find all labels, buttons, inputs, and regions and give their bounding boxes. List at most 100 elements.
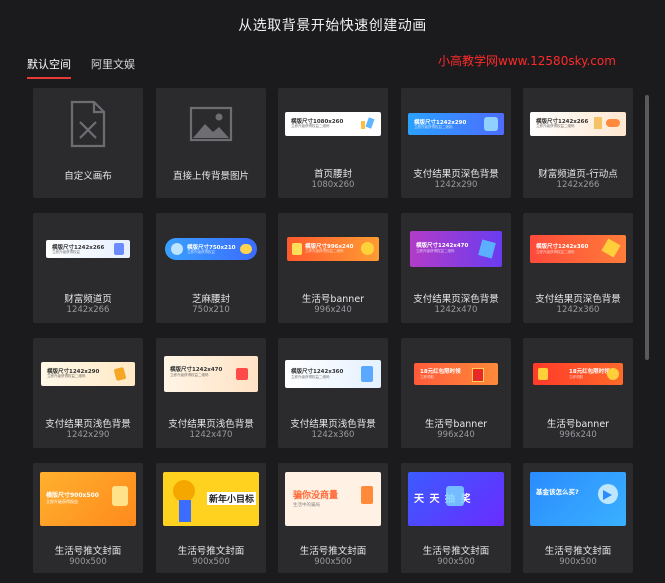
- card-label: 生活号banner: [424, 419, 488, 430]
- card-label: 支付结果页深色背景: [535, 294, 621, 305]
- card-label: 生活号推文封面: [299, 546, 367, 557]
- template-card-custom-canvas[interactable]: 自定义画布: [33, 88, 143, 198]
- template-card-life-banner[interactable]: 横版尺寸996x240 立即升级获得权益二维码 生活号banner 996x24…: [278, 213, 388, 323]
- template-card-article-cover-4[interactable]: 天 天 抽 奖 生活号推文封面 900x500: [401, 463, 511, 573]
- thumbnail-image: 横版尺寸1242x266 立即升级获得权益: [46, 240, 130, 258]
- template-card-wealth-channel[interactable]: 横版尺寸1242x266 立即升级获得权益 财富频道页 1242x266: [33, 213, 143, 323]
- tab-ali-entertainment[interactable]: 阿里文娱: [91, 56, 135, 77]
- card-label: 生活号推文封面: [177, 546, 245, 557]
- card-size: 1242x360: [311, 430, 355, 440]
- thumb: 横版尺寸1242x360 立即升级获得权益二维码: [278, 338, 388, 410]
- template-card-article-cover-1[interactable]: 横版尺寸900x500 立即升级获得权益 生活号推文封面 900x500: [33, 463, 143, 573]
- thumb: [33, 88, 143, 160]
- template-card-pay-dark[interactable]: 横版尺寸1242x290 立即升级获得权益二维码 支付结果页深色背景 1242x…: [401, 88, 511, 198]
- image-icon: [189, 106, 233, 142]
- thumb: 天 天 抽 奖: [401, 463, 511, 535]
- card-size: 1242x470: [434, 305, 478, 315]
- card-size: 900x500: [437, 557, 475, 567]
- thumb: 18元红包限时领 立即领取: [401, 338, 511, 410]
- card-size: 996x240: [314, 305, 352, 315]
- thumbnail-image: 横版尺寸1242x360 立即升级获得权益二维码: [530, 235, 626, 263]
- card-label: 生活号banner: [301, 294, 365, 305]
- template-card-sesame-banner[interactable]: 横版尺寸750x210 立即升级获得权益 芝麻腰封 750x210: [156, 213, 266, 323]
- thumbnail-image: 横版尺寸1242x290 立即升级获得权益二维码: [41, 362, 135, 386]
- page-title: 从选取背景开始快速创建动画: [238, 18, 427, 34]
- card-label: 支付结果页浅色背景: [168, 419, 254, 430]
- thumbnail-image: 横版尺寸750x210 立即升级获得权益: [165, 238, 257, 260]
- thumb: 横版尺寸900x500 立即升级获得权益: [33, 463, 143, 535]
- thumbnail-image: 天 天 抽 奖: [408, 472, 504, 526]
- template-card-pay-light-290[interactable]: 横版尺寸1242x290 立即升级获得权益二维码 支付结果页浅色背景 1242x…: [33, 338, 143, 448]
- scrollbar[interactable]: [645, 95, 649, 360]
- thumb: 18元红包限时领 立即领取: [523, 338, 633, 410]
- card-label: 支付结果页深色背景: [413, 294, 499, 305]
- thumbnail-image: 18元红包限时领 立即领取: [533, 363, 623, 385]
- card-size: 1242x290: [434, 180, 478, 190]
- thumbnail-image: 横版尺寸1242x360 立即升级获得权益二维码: [285, 360, 381, 388]
- card-label: 自定义画布: [64, 171, 112, 182]
- card-size: 1242x266: [66, 305, 110, 315]
- thumbnail-image: 新年小目标: [163, 472, 259, 526]
- thumbnail-image: 横版尺寸996x240 立即升级获得权益二维码: [287, 237, 379, 261]
- thumbnail-image: 横版尺寸1242x470 立即升级获得权益二维码: [410, 231, 502, 267]
- thumb: 横版尺寸1080x260 立即升级获得权益二维码: [278, 88, 388, 160]
- card-label: 生活号推文封面: [544, 546, 612, 557]
- template-card-wealth-action[interactable]: 横版尺寸1242x266 立即升级获得权益二维码 财富频道页-行动点 1242x…: [523, 88, 633, 198]
- card-size: 750x210: [192, 305, 230, 315]
- thumb: 横版尺寸1242x266 立即升级获得权益: [33, 213, 143, 285]
- card-label: 支付结果页浅色背景: [290, 419, 376, 430]
- thumb: 横版尺寸1242x266 立即升级获得权益二维码: [523, 88, 633, 160]
- template-card-pay-light-470[interactable]: 横版尺寸1242x470 立即升级获得权益二维码 支付结果页浅色背景 1242x…: [156, 338, 266, 448]
- thumb: 骗你没商量 生活中的骗局: [278, 463, 388, 535]
- template-card-pay-dark-470[interactable]: 横版尺寸1242x470 立即升级获得权益二维码 支付结果页深色背景 1242x…: [401, 213, 511, 323]
- template-card-upload-bg[interactable]: 直接上传背景图片: [156, 88, 266, 198]
- thumb: 横版尺寸996x240 立即升级获得权益二维码: [278, 213, 388, 285]
- document-x-icon: [70, 100, 106, 148]
- thumbnail-image: 18元红包限时领 立即领取: [414, 363, 498, 385]
- thumbnail-image: 横版尺寸1242x266 立即升级获得权益二维码: [530, 112, 626, 136]
- thumbnail-image: 骗你没商量 生活中的骗局: [285, 472, 381, 526]
- card-label: 支付结果页深色背景: [413, 169, 499, 180]
- template-card-life-banner-red[interactable]: 18元红包限时领 立即领取 生活号banner 996x240: [401, 338, 511, 448]
- template-card-pay-light-360[interactable]: 横版尺寸1242x360 立即升级获得权益二维码 支付结果页浅色背景 1242x…: [278, 338, 388, 448]
- card-label: 生活号推文封面: [422, 546, 490, 557]
- card-label: 直接上传背景图片: [172, 171, 249, 182]
- thumbnail-image: 横版尺寸1242x470 立即升级获得权益二维码: [164, 356, 258, 392]
- template-card-home-banner[interactable]: 横版尺寸1080x260 立即升级获得权益二维码 首页腰封 1080x260: [278, 88, 388, 198]
- thumb: 横版尺寸750x210 立即升级获得权益: [156, 213, 266, 285]
- card-label: 首页腰封: [313, 169, 352, 180]
- card-size: 1080x260: [311, 180, 355, 190]
- card-label: 支付结果页浅色背景: [45, 419, 131, 430]
- thumb: 横版尺寸1242x290 立即升级获得权益二维码: [401, 88, 511, 160]
- tab-default-space[interactable]: 默认空间: [27, 56, 71, 79]
- card-label: 生活号banner: [546, 419, 610, 430]
- template-card-pay-dark-360[interactable]: 横版尺寸1242x360 立即升级获得权益二维码 支付结果页深色背景 1242x…: [523, 213, 633, 323]
- thumb: 横版尺寸1242x360 立即升级获得权益二维码: [523, 213, 633, 285]
- card-label: 芝麻腰封: [191, 294, 230, 305]
- card-label: 财富频道页-行动点: [538, 169, 618, 180]
- thumbnail-image: 横版尺寸1242x290 立即升级获得权益二维码: [408, 113, 504, 135]
- template-card-article-cover-3[interactable]: 骗你没商量 生活中的骗局 生活号推文封面 900x500: [278, 463, 388, 573]
- thumbnail-image: 横版尺寸900x500 立即升级获得权益: [40, 472, 136, 526]
- card-size: 900x500: [192, 557, 230, 567]
- thumb: 横版尺寸1242x470 立即升级获得权益二维码: [401, 213, 511, 285]
- template-card-life-banner-red-2[interactable]: 18元红包限时领 立即领取 生活号banner 996x240: [523, 338, 633, 448]
- card-size: 1242x290: [66, 430, 110, 440]
- thumb: 基金该怎么买?: [523, 463, 633, 535]
- watermark-text: 小高教学网www.12580sky.com: [438, 54, 616, 68]
- thumb: 新年小目标: [156, 463, 266, 535]
- template-card-article-cover-5[interactable]: 基金该怎么买? 生活号推文封面 900x500: [523, 463, 633, 573]
- thumb: 横版尺寸1242x290 立即升级获得权益二维码: [33, 338, 143, 410]
- card-size: 996x240: [559, 430, 597, 440]
- card-size: 1242x360: [556, 305, 600, 315]
- card-size: 1242x470: [189, 430, 233, 440]
- card-size: 900x500: [69, 557, 107, 567]
- thumbnail-image: 横版尺寸1080x260 立即升级获得权益二维码: [285, 112, 381, 136]
- card-label: 财富频道页: [64, 294, 112, 305]
- card-label: 生活号推文封面: [54, 546, 122, 557]
- card-size: 900x500: [314, 557, 352, 567]
- card-size: 996x240: [437, 430, 475, 440]
- space-tabs: 默认空间 阿里文娱: [27, 56, 135, 79]
- template-card-article-cover-2[interactable]: 新年小目标 生活号推文封面 900x500: [156, 463, 266, 573]
- card-size: 900x500: [559, 557, 597, 567]
